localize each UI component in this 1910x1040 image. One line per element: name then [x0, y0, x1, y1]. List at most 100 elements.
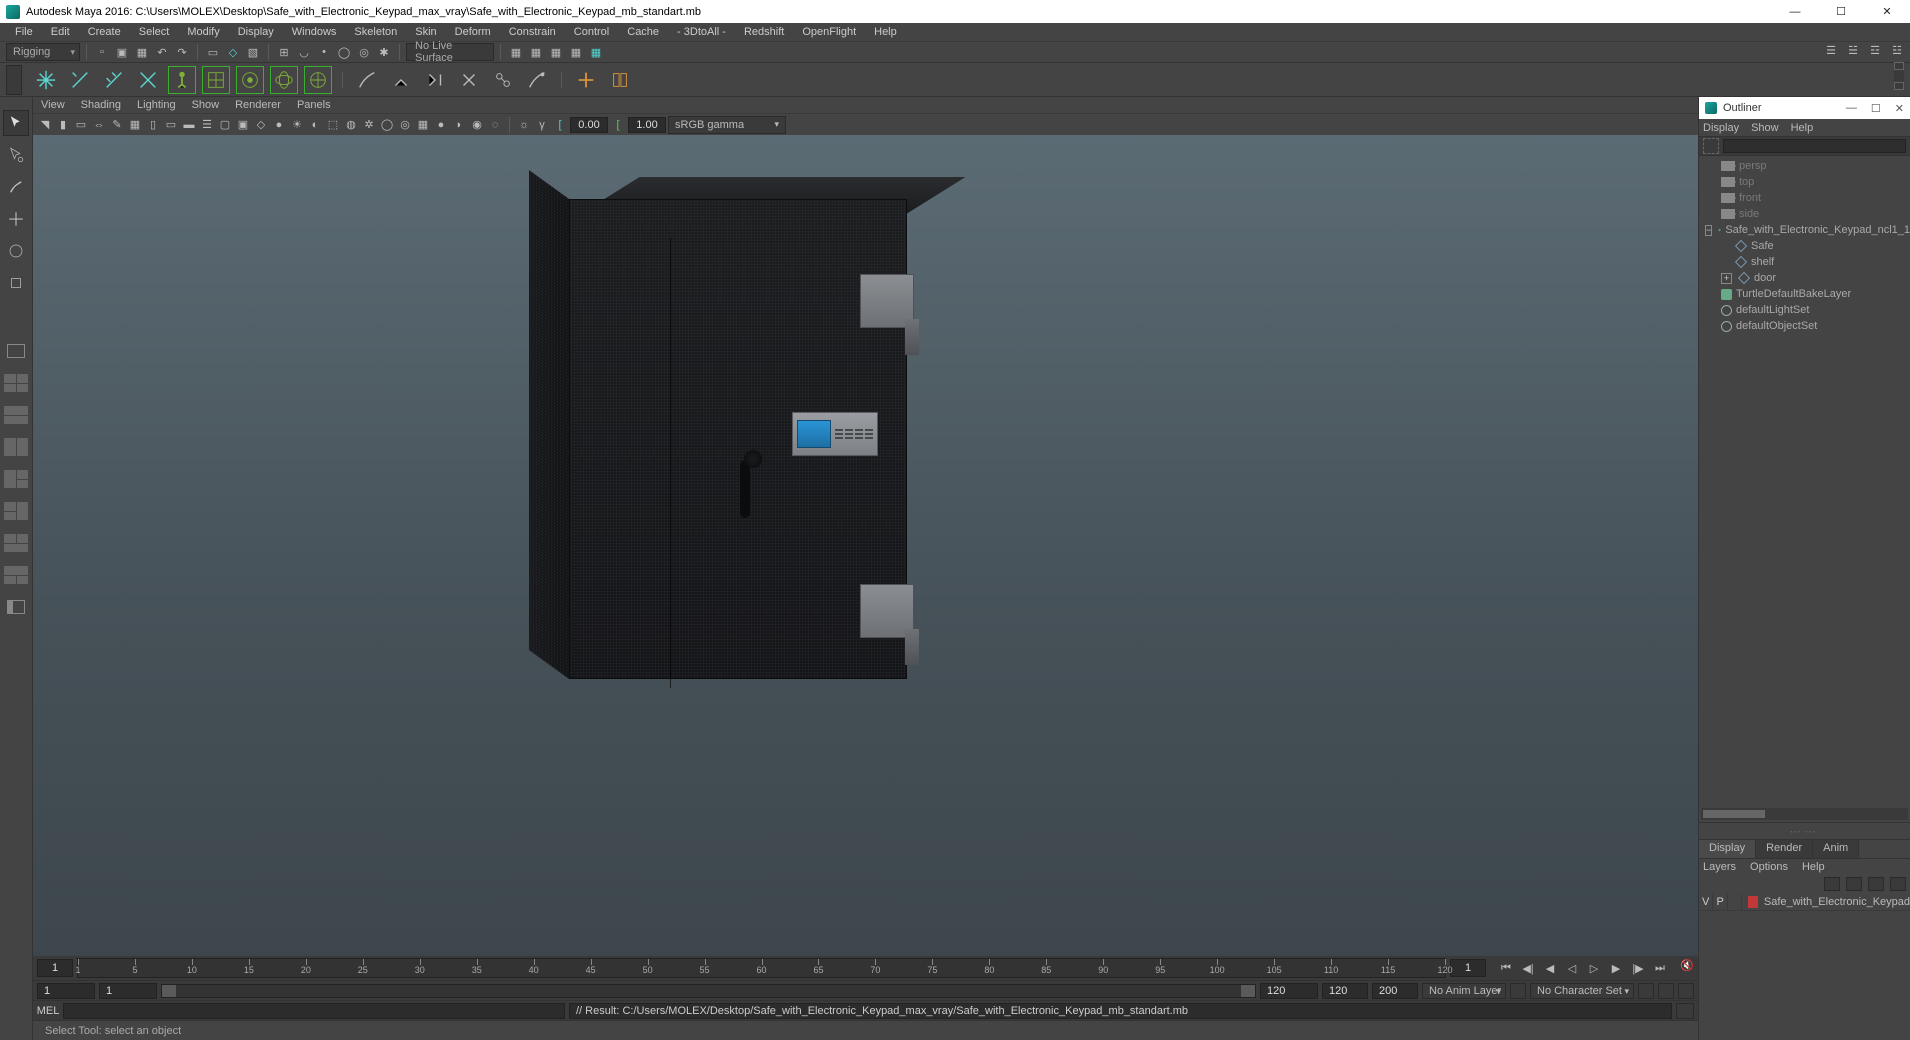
layermenu-help[interactable]: Help — [1802, 861, 1825, 873]
pt-film-gate-icon[interactable]: ▯ — [145, 117, 161, 133]
menu-3dtoall[interactable]: - 3DtoAll - — [668, 24, 735, 40]
lasso-tool[interactable] — [3, 142, 29, 168]
range-end-outer[interactable]: 120 — [1322, 983, 1368, 999]
save-scene-icon[interactable]: ▦ — [133, 43, 151, 61]
select-tool[interactable] — [3, 110, 29, 136]
shelf-vertex-icon[interactable] — [66, 66, 94, 94]
pt-expose-icon[interactable]: ☼ — [516, 117, 532, 133]
pt-safe-action-icon[interactable]: ▢ — [217, 117, 233, 133]
range-track[interactable] — [161, 984, 1256, 998]
fps-field[interactable]: 200 — [1372, 983, 1418, 999]
snap-grid-icon[interactable]: ⊞ — [275, 43, 293, 61]
pt-safe-title-icon[interactable]: ▣ — [235, 117, 251, 133]
pt-gate-mask-icon[interactable]: ▬ — [181, 117, 197, 133]
menu-cache[interactable]: Cache — [618, 24, 668, 40]
ipr-icon[interactable]: ▦ — [547, 43, 565, 61]
pt-grease-icon[interactable]: ✎ — [109, 117, 125, 133]
menu-display[interactable]: Display — [229, 24, 283, 40]
range-start-outer[interactable]: 1 — [37, 983, 95, 999]
viewport-persp[interactable]: persp Symmetry:Off Soft Select:On — [33, 135, 1698, 1040]
gamma-field[interactable]: 1.00 — [628, 117, 666, 133]
redo-icon[interactable]: ↷ — [173, 43, 191, 61]
menu-help[interactable]: Help — [865, 24, 906, 40]
layer-name[interactable]: Safe_with_Electronic_Keypad — [1764, 896, 1910, 908]
exposure-field[interactable]: 0.00 — [570, 117, 608, 133]
menu-select[interactable]: Select — [130, 24, 179, 40]
outliner-close-button[interactable]: ✕ — [1895, 102, 1904, 115]
outliner-menu-show[interactable]: Show — [1751, 122, 1779, 134]
shelf-wrap-icon[interactable] — [304, 66, 332, 94]
outliner-item-lightset[interactable]: defaultLightSet — [1699, 302, 1910, 318]
menu-modify[interactable]: Modify — [178, 24, 228, 40]
shelf-blend-icon[interactable] — [572, 66, 600, 94]
pt-wire-on-shaded-icon[interactable]: ◎ — [397, 117, 413, 133]
menuset-dropdown[interactable]: Rigging — [6, 43, 80, 61]
pt-camera-select-icon[interactable]: ◥ — [37, 117, 53, 133]
pt-ao-icon[interactable]: ● — [433, 117, 449, 133]
step-back-key-button[interactable]: ◀| — [1518, 959, 1538, 977]
layertab-anim[interactable]: Anim — [1813, 840, 1859, 858]
snap-point-icon[interactable]: • — [315, 43, 333, 61]
layermenu-options[interactable]: Options — [1750, 861, 1788, 873]
live-surface-field[interactable]: No Live Surface — [406, 43, 494, 61]
shelf-constraint-icon[interactable] — [455, 66, 483, 94]
shelf-fk-icon[interactable] — [421, 66, 449, 94]
goto-end-button[interactable]: ⏭ — [1650, 959, 1670, 977]
pt-msaa-icon[interactable]: ◉ — [469, 117, 485, 133]
outliner-item-turtlebake[interactable]: TurtleDefaultBakeLayer — [1699, 286, 1910, 302]
time-slider[interactable]: 1 15101520253035404550556065707580859095… — [33, 956, 1698, 980]
layer-type-toggle[interactable] — [1728, 894, 1742, 910]
autokey-button[interactable] — [1658, 983, 1674, 999]
charset-dropdown[interactable]: No Character Set — [1530, 983, 1634, 999]
snap-curve-icon[interactable]: ◡ — [295, 43, 313, 61]
shelf-wire-icon[interactable] — [270, 66, 298, 94]
layout-two-h-icon[interactable] — [3, 402, 29, 428]
render-icon[interactable]: ▦ — [527, 43, 545, 61]
layer-movedown-button[interactable] — [1846, 877, 1862, 891]
layer-row[interactable]: V P Safe_with_Electronic_Keypad — [1699, 893, 1910, 911]
move-tool[interactable] — [3, 206, 29, 232]
shelf-lattice-icon[interactable] — [202, 66, 230, 94]
outliner-menu-help[interactable]: Help — [1791, 122, 1814, 134]
outliner-item-shelf[interactable]: shelf — [1699, 254, 1910, 270]
menu-skeleton[interactable]: Skeleton — [345, 24, 406, 40]
outliner-item-persp[interactable]: persp — [1699, 158, 1910, 174]
layout-3b-icon[interactable] — [3, 498, 29, 524]
range-start-inner[interactable]: 1 — [99, 983, 157, 999]
timeline-ruler[interactable]: 1510152025303540455055606570758085909510… — [77, 958, 1446, 978]
outliner-hscroll[interactable] — [1701, 808, 1908, 820]
play-back-button[interactable]: ◁ — [1562, 959, 1582, 977]
toggle-modeling-toolkit-icon[interactable]: ☳ — [1888, 41, 1906, 59]
shelf-scroll-buttons[interactable] — [1894, 62, 1904, 90]
pt-2d-pan-icon[interactable]: ⇔ — [91, 117, 107, 133]
menu-create[interactable]: Create — [79, 24, 130, 40]
outliner-item-top[interactable]: top — [1699, 174, 1910, 190]
pt-isolate-icon[interactable]: ⬚ — [325, 117, 341, 133]
current-frame-end[interactable]: 1 — [1450, 959, 1486, 977]
layermenu-layers[interactable]: Layers — [1703, 861, 1736, 873]
layer-new-selected-button[interactable] — [1890, 877, 1906, 891]
undo-icon[interactable]: ↶ — [153, 43, 171, 61]
outliner-tree[interactable]: persp top front side −Safe_with_Electron… — [1699, 156, 1910, 822]
outliner-item-root[interactable]: −Safe_with_Electronic_Keypad_ncl1_1 — [1699, 222, 1910, 238]
select-hierarchy-icon[interactable]: ▭ — [204, 43, 222, 61]
snap-view-icon[interactable]: ◎ — [355, 43, 373, 61]
outliner-item-side[interactable]: side — [1699, 206, 1910, 222]
layout-3d-icon[interactable] — [3, 562, 29, 588]
pt-smooth-all-icon[interactable]: ● — [271, 117, 287, 133]
menu-windows[interactable]: Windows — [283, 24, 346, 40]
outliner-menu-display[interactable]: Display — [1703, 122, 1739, 134]
pt-near-bracket-icon[interactable]: [ — [552, 117, 568, 133]
outliner-maximize-button[interactable]: ☐ — [1871, 102, 1881, 115]
outliner-item-front[interactable]: front — [1699, 190, 1910, 206]
layout-3c-icon[interactable] — [3, 530, 29, 556]
render-view-icon[interactable]: ▦ — [507, 43, 525, 61]
pt-field-chart-icon[interactable]: ☰ — [199, 117, 215, 133]
panel-resizer[interactable]: ⋯⋯ — [1699, 822, 1910, 840]
step-fwd-key-button[interactable]: |▶ — [1628, 959, 1648, 977]
pt-bookmark-icon[interactable]: ▮ — [55, 117, 71, 133]
outliner-search-field[interactable] — [1723, 139, 1906, 153]
pt-xray-icon[interactable]: ◍ — [343, 117, 359, 133]
layout-four-icon[interactable] — [3, 370, 29, 396]
pt-grid-icon[interactable]: ▦ — [127, 117, 143, 133]
